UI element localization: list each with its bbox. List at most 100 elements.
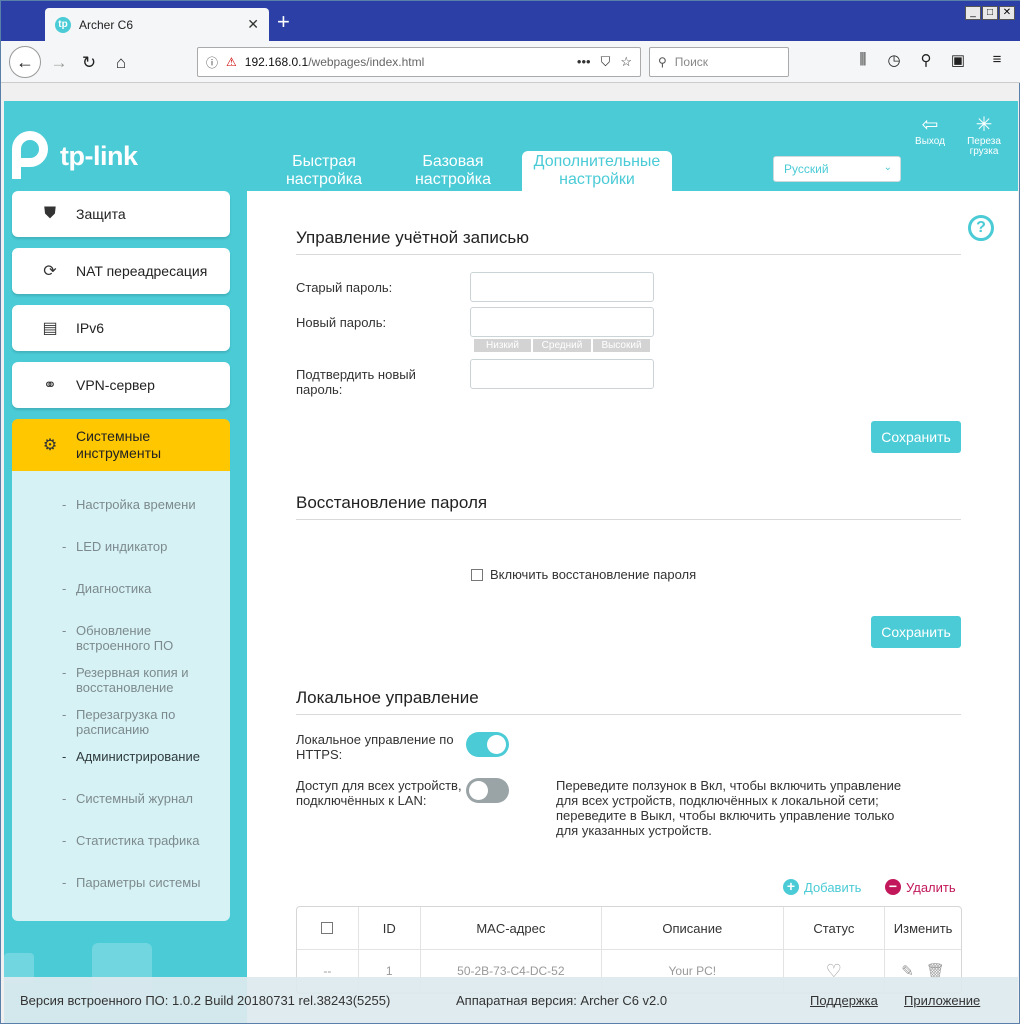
submenu-item-time[interactable]: - Настройка времени xyxy=(12,497,230,539)
home-icon[interactable]: ⌂ xyxy=(107,49,135,77)
url-bar[interactable]: ⓘ ⚠ 192.168.0.1 /webpages/index.html •••… xyxy=(197,47,641,77)
navigation-bar: ← → ↻ ⌂ ⓘ ⚠ 192.168.0.1 /webpages/index.… xyxy=(1,41,1020,83)
minimize-button[interactable]: _ xyxy=(965,6,981,20)
tab-title: Archer C6 xyxy=(79,17,134,32)
tab-advanced[interactable]: Дополнительные настройки xyxy=(522,151,672,191)
tplink-logo: tp-link xyxy=(12,131,138,181)
router-page: tp-link Быстрая настройка Базовая настро… xyxy=(4,101,1018,1023)
back-arrow-icon[interactable]: ← xyxy=(9,46,41,78)
delete-button[interactable]: − Удалить xyxy=(885,879,956,895)
app-link[interactable]: Приложение xyxy=(904,993,980,1008)
firmware-version: Версия встроенного ПО: 1.0.2 Build 20180… xyxy=(20,992,391,1008)
reload-icon[interactable]: ↻ xyxy=(75,49,103,77)
search-input[interactable]: ⚲ Поиск xyxy=(649,47,789,77)
tplink-logo-icon xyxy=(12,131,56,181)
url-host: 192.168.0.1 xyxy=(244,55,309,69)
sidebar-item-system-tools[interactable]: ⚙ Системные инструменты xyxy=(12,419,230,471)
enable-recovery-checkbox[interactable]: Включить восстановление пароля xyxy=(471,567,696,582)
sidebar-item-security[interactable]: ⛊ Защита xyxy=(12,191,230,237)
minus-icon: − xyxy=(885,879,901,895)
zoom-search-icon[interactable]: ⚲ xyxy=(916,51,936,69)
column-header-description: Описание xyxy=(602,907,784,949)
tab-basic[interactable]: Базовая настройка xyxy=(398,151,508,191)
help-icon[interactable]: ? xyxy=(968,215,994,241)
sidebar-item-label: Системные инструменты xyxy=(76,428,162,461)
column-header-mac: MAC-адрес xyxy=(421,907,603,949)
system-tools-submenu: - Настройка времени - LED индикатор - Диагн… xyxy=(12,471,230,921)
reboot-button[interactable]: ✳ Перезагрузка xyxy=(966,113,1002,157)
sidebar-toggle-icon[interactable]: ▣ xyxy=(948,51,968,69)
sidebar: ⛊ Защита ⟳ NAT переадресация ▤ IPv6 ⚭ VP… xyxy=(12,191,232,921)
menu-hamburger-icon[interactable]: ≡ xyxy=(987,51,1007,68)
submenu-item-led[interactable]: - LED индикатор xyxy=(12,539,230,581)
old-password-label: Старый пароль: xyxy=(296,280,393,295)
new-tab-button[interactable]: + xyxy=(277,11,290,33)
submenu-item-administration[interactable]: - Администрирование xyxy=(12,749,230,791)
forward-arrow-icon[interactable]: → xyxy=(45,49,73,77)
support-link[interactable]: Поддержка xyxy=(810,993,878,1008)
pocket-icon[interactable]: ⛉ xyxy=(601,54,611,70)
url-path: /webpages/index.html xyxy=(308,55,425,69)
section-title-recovery: Восстановление пароля xyxy=(296,493,961,520)
browser-tab[interactable]: tp Archer C6 ✕ xyxy=(45,8,269,41)
window-close-button[interactable]: ✕ xyxy=(999,6,1015,20)
tplink-favicon-icon: tp xyxy=(55,16,71,33)
close-tab-icon[interactable]: ✕ xyxy=(247,16,259,33)
insecure-lock-icon[interactable]: ⚠ xyxy=(226,55,237,69)
submenu-item-firmware[interactable]: - Обновление встроенного ПО xyxy=(12,623,230,665)
submenu-item-traffic[interactable]: - Статистика трафика xyxy=(12,833,230,875)
save-account-button[interactable]: Сохранить xyxy=(871,421,961,453)
save-recovery-button[interactable]: Сохранить xyxy=(871,616,961,648)
nat-icon: ⟳ xyxy=(43,263,57,280)
toggle-knob xyxy=(469,781,488,800)
column-header-status: Статус xyxy=(784,907,886,949)
new-password-field[interactable] xyxy=(470,307,654,337)
old-password-field[interactable] xyxy=(470,272,654,302)
add-button[interactable]: + Добавить xyxy=(783,879,861,895)
sidebar-item-vpn[interactable]: ⚭ VPN-сервер xyxy=(12,362,230,408)
sidebar-item-ipv6[interactable]: ▤ IPv6 xyxy=(12,305,230,351)
lan-access-toggle[interactable] xyxy=(466,778,509,803)
page-actions-icon[interactable]: ••• xyxy=(577,54,591,70)
search-icon: ⚲ xyxy=(658,55,667,69)
confirm-password-field[interactable] xyxy=(470,359,654,389)
main-panel: ? Управление учётной записью Старый паро… xyxy=(247,191,1018,1023)
strength-high: Высокий xyxy=(593,339,650,352)
history-clock-icon[interactable]: ◷ xyxy=(884,51,904,69)
toggle-knob xyxy=(487,735,506,754)
logout-button[interactable]: ⇦ Выход xyxy=(910,113,950,147)
logout-icon: ⇦ xyxy=(921,114,939,136)
gear-icon: ⚙ xyxy=(42,436,58,454)
submenu-item-backup[interactable]: - Резервная копия и восстановление xyxy=(12,665,230,707)
select-all-checkbox[interactable] xyxy=(321,922,334,934)
new-password-label: Новый пароль: xyxy=(296,315,387,330)
lan-access-label: Доступ для всех устройств, подключённых … xyxy=(296,778,462,808)
select-all-cell xyxy=(297,907,359,949)
library-icon[interactable]: ⫼ xyxy=(853,51,873,68)
sidebar-item-label: VPN-сервер xyxy=(76,377,155,393)
logout-label: Выход xyxy=(915,136,945,147)
submenu-item-system-params[interactable]: - Параметры системы xyxy=(12,875,230,917)
reboot-spinner-icon: ✳ xyxy=(975,114,993,136)
checkbox-box[interactable] xyxy=(471,568,483,581)
lan-access-hint: Переведите ползунок в Вкл, чтобы включит… xyxy=(556,778,902,838)
submenu-item-reboot-schedule[interactable]: - Перезагрузка по расписанию xyxy=(12,707,230,749)
column-header-id: ID xyxy=(359,907,421,949)
language-value: Русский xyxy=(784,162,829,176)
maximize-button[interactable]: □ xyxy=(982,6,998,20)
sidebar-item-label: IPv6 xyxy=(76,320,105,336)
strength-medium: Средний xyxy=(533,339,591,352)
bookmark-star-icon[interactable]: ☆ xyxy=(620,54,632,70)
table-header-row: ID MAC-адрес Описание Статус Изменить xyxy=(297,907,961,950)
https-toggle[interactable] xyxy=(466,732,509,757)
submenu-item-diagnostics[interactable]: - Диагностика xyxy=(12,581,230,623)
info-icon[interactable]: ⓘ xyxy=(206,54,218,71)
tab-quick-setup[interactable]: Быстрая настройка xyxy=(266,151,382,191)
vpn-link-icon: ⚭ xyxy=(43,377,57,394)
sidebar-item-nat[interactable]: ⟳ NAT переадресация xyxy=(12,248,230,294)
brand-name: tp-link xyxy=(60,140,138,171)
language-select[interactable]: Русский ⌄ xyxy=(773,156,901,182)
submenu-item-system-log[interactable]: - Системный журнал xyxy=(12,791,230,833)
add-label: Добавить xyxy=(804,879,862,895)
tab-strip: tp Archer C6 ✕ + _ □ ✕ xyxy=(1,1,1020,41)
